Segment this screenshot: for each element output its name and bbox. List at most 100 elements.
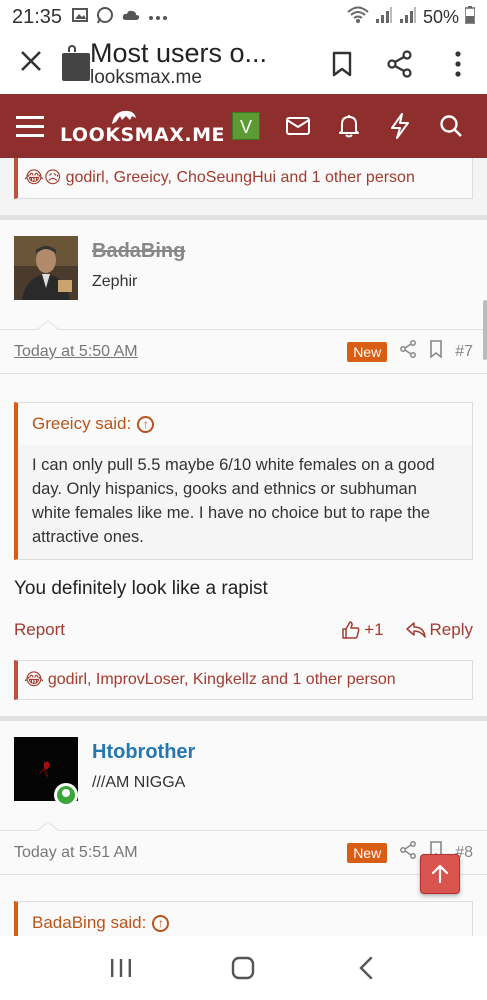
page-title: Most users o... <box>90 38 268 68</box>
close-icon <box>21 51 41 71</box>
post-date[interactable]: Today at 5:50 AM <box>14 343 138 361</box>
home-icon <box>232 956 255 980</box>
close-tab-button[interactable] <box>0 47 62 81</box>
new-badge: New <box>347 842 388 863</box>
hamburger-icon <box>16 115 44 119</box>
post-number[interactable]: #7 <box>455 343 473 361</box>
reply-button[interactable]: Reply <box>405 620 473 640</box>
reaction-summary-top[interactable]: 😂😥 godirl, Greeicy, ChoSeungHui and 1 ot… <box>14 158 473 199</box>
post-7: BadaBing Zephir Today at 5:50 AM New #7 <box>0 220 487 716</box>
report-button[interactable]: Report <box>14 620 65 640</box>
quote-header[interactable]: Greeicy said: ↑ <box>18 403 472 445</box>
bookmark-post-button[interactable] <box>429 340 443 363</box>
post-user-block: Htobrother ///AM NIGGA <box>0 721 487 832</box>
cloud-notification-icon <box>122 8 140 26</box>
username[interactable]: Htobrother <box>92 741 195 764</box>
scroll-to-top-button[interactable] <box>420 854 460 894</box>
back-chevron-icon <box>359 956 373 980</box>
signal-icon-1 <box>375 6 393 29</box>
reaction-summary[interactable]: 😂 godirl, ImprovLoser, Kingkellz and 1 o… <box>14 660 473 700</box>
user-title: ///AM NIGGA <box>92 774 186 791</box>
avatar[interactable] <box>14 236 78 300</box>
recent-apps-icon <box>111 959 132 977</box>
user-avatar-badge[interactable]: V <box>232 112 260 140</box>
reply-icon <box>405 622 426 638</box>
like-button[interactable]: +1 <box>342 620 384 640</box>
bookmark-icon <box>332 51 352 77</box>
mail-icon <box>285 117 310 135</box>
system-navigation-bar <box>0 936 487 1000</box>
status-right: 50% <box>347 5 476 29</box>
post-action-buttons: +1 Reply <box>342 620 473 640</box>
scrollbar-indicator[interactable] <box>483 300 487 360</box>
thumbs-up-icon <box>342 621 360 639</box>
status-time: 21:35 <box>12 5 63 28</box>
spacer <box>0 199 487 215</box>
user-block-pointer <box>36 320 60 331</box>
post-user-block: BadaBing Zephir <box>0 220 487 331</box>
address-bar[interactable]: Most users o... looksmax.me <box>82 39 313 90</box>
signal-icon-2 <box>399 6 417 29</box>
inbox-button[interactable] <box>272 117 323 135</box>
laugh-cry-emoji-icon: 😂 <box>24 670 44 689</box>
wifi-icon <box>347 6 369 29</box>
site-logo[interactable]: LOOKSMAX.ME <box>60 106 232 146</box>
quote-text: I can only pull 5.5 maybe 6/10 white fem… <box>32 456 435 546</box>
post-meta: Today at 5:51 AM New #8 <box>0 831 487 875</box>
new-badge: New <box>347 341 388 362</box>
bookmark-button[interactable] <box>313 34 371 94</box>
search-button[interactable] <box>425 114 476 138</box>
user-block-pointer <box>36 821 60 832</box>
recent-apps-button[interactable] <box>91 938 151 998</box>
share-icon <box>400 340 417 358</box>
post-body: BadaBing said: ↑ <box>0 875 487 936</box>
reaction-summary-text: godirl, ImprovLoser, Kingkellz and 1 oth… <box>47 671 396 688</box>
reply-label: Reply <box>429 620 473 639</box>
post-8: Htobrother ///AM NIGGA Today at 5:51 AM … <box>0 721 487 936</box>
whats-new-button[interactable] <box>374 113 425 139</box>
bookmark-icon <box>430 340 443 359</box>
username[interactable]: BadaBing <box>92 240 185 263</box>
more-notifications-icon <box>148 8 168 26</box>
lightning-icon <box>390 113 409 139</box>
post-meta: Today at 5:50 AM New #7 <box>0 330 487 374</box>
share-button[interactable] <box>371 34 429 94</box>
battery-icon <box>464 5 476 29</box>
site-logo-text: LOOKSMAX.ME <box>60 124 226 146</box>
post-actions: Report +1 Reply <box>0 600 487 660</box>
post-message: You definitely look like a rapist <box>14 578 268 599</box>
jump-to-quote-icon[interactable]: ↑ <box>152 914 170 932</box>
bell-icon <box>338 115 359 138</box>
lock-icon <box>62 44 90 84</box>
quote-author: Greeicy said: <box>32 414 132 433</box>
quote-block: Greeicy said: ↑ I can only pull 5.5 mayb… <box>14 402 473 560</box>
alerts-button[interactable] <box>323 114 374 138</box>
menu-button[interactable] <box>0 115 60 137</box>
jump-to-quote-icon[interactable]: ↑ <box>137 415 155 433</box>
quote-header[interactable]: BadaBing said: ↑ <box>18 902 472 936</box>
battery-percentage: 50% <box>422 6 459 27</box>
post-date[interactable]: Today at 5:51 AM <box>14 844 138 862</box>
spacer <box>0 700 487 716</box>
home-button[interactable] <box>213 938 273 998</box>
thread-content: 😂😥 godirl, Greeicy, ChoSeungHui and 1 ot… <box>0 158 487 936</box>
share-icon <box>400 841 417 859</box>
page-url: looksmax.me <box>90 67 202 89</box>
gallery-notification-icon <box>72 7 89 27</box>
share-post-button[interactable] <box>399 841 417 864</box>
user-info: Htobrother ///AM NIGGA <box>92 737 195 830</box>
avatar[interactable] <box>14 737 78 807</box>
arrow-up-icon <box>431 864 449 884</box>
share-post-button[interactable] <box>399 340 417 363</box>
browser-toolbar: Most users o... looksmax.me <box>0 34 487 94</box>
quote-block: BadaBing said: ↑ <box>14 901 473 936</box>
more-vertical-icon <box>455 51 461 77</box>
screen: 21:35 50% Most users o... looksmax.me LO… <box>0 0 487 1000</box>
back-button[interactable] <box>336 938 396 998</box>
status-bar: 21:35 50% <box>0 0 487 34</box>
more-options-button[interactable] <box>429 34 487 94</box>
user-info: BadaBing Zephir <box>92 236 185 329</box>
share-icon <box>387 50 412 78</box>
site-header: LOOKSMAX.ME V <box>0 94 487 158</box>
whatsapp-notification-icon <box>96 6 114 29</box>
